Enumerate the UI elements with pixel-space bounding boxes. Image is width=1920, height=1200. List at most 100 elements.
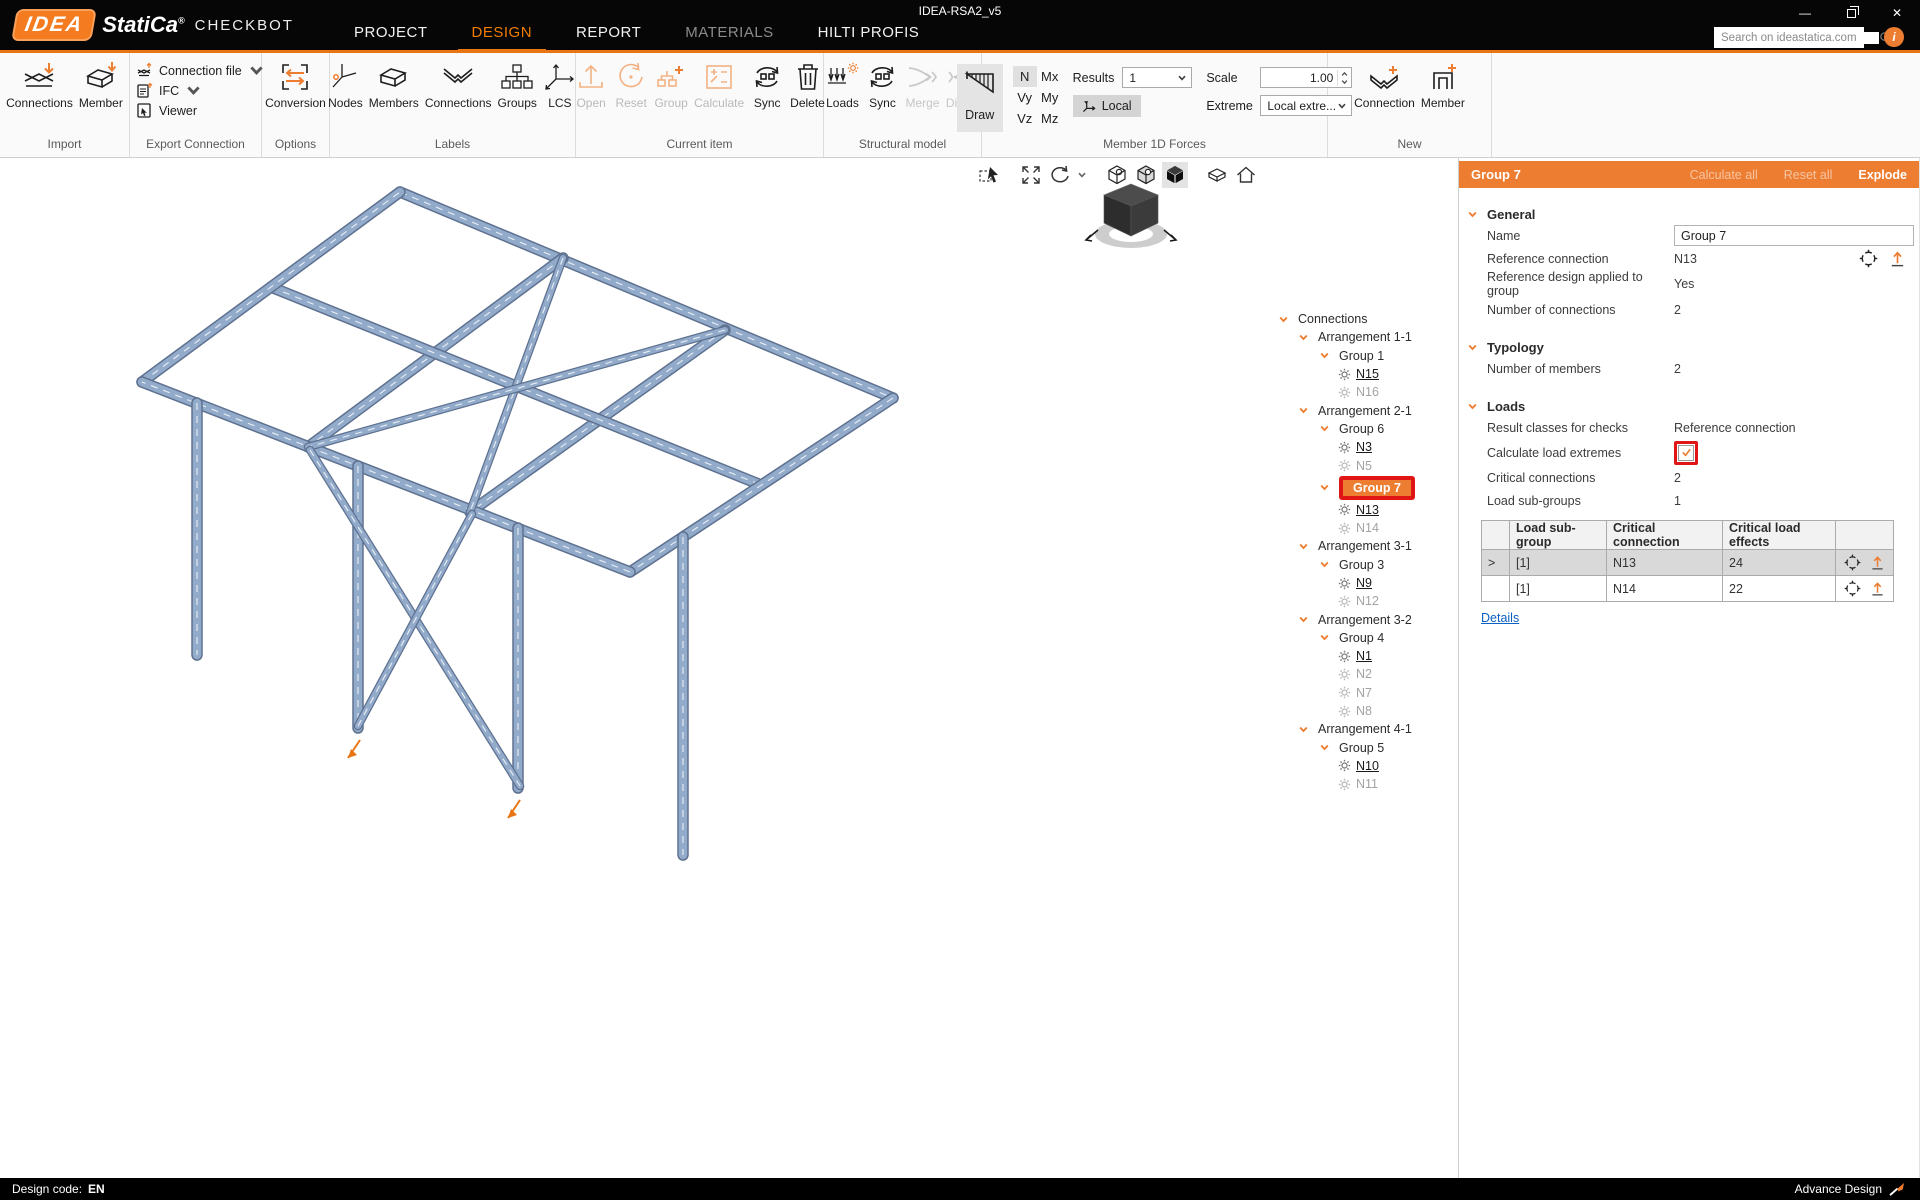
force-n-toggle[interactable]: N <box>1013 66 1037 87</box>
rotate-options-chevron[interactable] <box>1076 162 1088 188</box>
tree-item-connection[interactable]: N2 <box>1276 665 1454 683</box>
tree-item-connection[interactable]: N12 <box>1276 592 1454 610</box>
tree-item-connection[interactable]: N13 <box>1276 501 1454 519</box>
tree-item-connection[interactable]: N9 <box>1276 574 1454 592</box>
tree-item-group-7-selected[interactable]: Group 7 <box>1276 475 1454 501</box>
details-link[interactable]: Details <box>1481 611 1519 625</box>
structural-loads-button[interactable]: Loads <box>824 58 860 112</box>
current-sync-button[interactable]: Sync <box>749 58 785 112</box>
navigation-cube[interactable] <box>1086 184 1176 248</box>
tree-item-connection[interactable]: N10 <box>1276 757 1454 775</box>
structural-merge-button[interactable]: Merge <box>904 58 940 112</box>
section-general[interactable]: General <box>1459 204 1919 224</box>
locate-connection-icon[interactable] <box>1859 249 1878 268</box>
import-member-button[interactable]: Member <box>78 58 124 112</box>
tab-design[interactable]: DESIGN <box>458 24 547 50</box>
calculate-all-button[interactable]: Calculate all <box>1690 168 1758 182</box>
labels-connections-button[interactable]: Connections <box>424 58 493 112</box>
current-group-button[interactable]: Group <box>653 58 689 112</box>
current-calculate-button[interactable]: Calculate <box>693 58 745 112</box>
open-connection-icon[interactable] <box>1888 249 1907 268</box>
reset-all-button[interactable]: Reset all <box>1784 168 1833 182</box>
section-typology[interactable]: Typology <box>1459 337 1919 357</box>
local-toggle[interactable]: Local <box>1073 95 1141 117</box>
row-expander[interactable]: > <box>1482 550 1510 576</box>
calculate-load-extremes-checkbox[interactable] <box>1678 445 1694 461</box>
results-dropdown[interactable]: 1 <box>1122 67 1192 88</box>
tree-item-group[interactable]: Group 3 <box>1276 556 1454 574</box>
locate-connection-icon[interactable] <box>1844 554 1861 571</box>
home-view-button[interactable] <box>1233 162 1259 188</box>
tree-item-arrangement[interactable]: Arrangement 3-1 <box>1276 537 1454 555</box>
minimize-button[interactable]: — <box>1782 0 1828 26</box>
info-icon[interactable]: i <box>1884 27 1904 47</box>
property-row-name: Name <box>1459 224 1919 247</box>
tree-item-connections[interactable]: Connections <box>1276 310 1454 328</box>
conversion-button[interactable]: Conversion <box>264 58 327 112</box>
3d-viewport[interactable]: Connections Arrangement 1-1 Group 1 N15 … <box>0 158 1457 1178</box>
tree-item-connection[interactable]: N1 <box>1276 647 1454 665</box>
current-open-button[interactable]: Open <box>573 58 609 112</box>
labels-nodes-button[interactable]: Nodes <box>327 58 364 112</box>
close-button[interactable]: ✕ <box>1874 0 1920 26</box>
force-mz-toggle[interactable]: Mz <box>1037 108 1063 129</box>
group-name-input[interactable] <box>1674 225 1914 246</box>
3d-scene[interactable] <box>0 158 1457 1178</box>
explode-button[interactable]: Explode <box>1858 168 1907 182</box>
locate-connection-icon[interactable] <box>1844 580 1861 597</box>
table-row[interactable]: [1] N14 22 <box>1482 576 1894 602</box>
force-vy-toggle[interactable]: Vy <box>1013 87 1037 108</box>
tree-item-connection[interactable]: N16 <box>1276 383 1454 401</box>
import-connections-button[interactable]: Connections <box>5 58 74 112</box>
restore-button[interactable] <box>1828 0 1874 26</box>
rotate-view-button[interactable] <box>1047 162 1073 188</box>
export-viewer-button[interactable]: Viewer <box>136 102 261 119</box>
wireframe-view-button[interactable] <box>1104 162 1130 188</box>
new-member-button[interactable]: Member <box>1420 58 1466 112</box>
tree-item-connection[interactable]: N3 <box>1276 438 1454 456</box>
labels-members-button[interactable]: Members <box>368 58 420 112</box>
tree-item-arrangement[interactable]: Arrangement 2-1 <box>1276 401 1454 419</box>
tab-materials[interactable]: MATERIALS <box>671 24 787 50</box>
tree-item-group[interactable]: Group 4 <box>1276 629 1454 647</box>
current-delete-button[interactable]: Delete <box>789 58 826 112</box>
section-loads[interactable]: Loads <box>1459 396 1919 416</box>
tab-report[interactable]: REPORT <box>562 24 655 50</box>
tree-item-arrangement[interactable]: Arrangement 4-1 <box>1276 720 1454 738</box>
current-reset-button[interactable]: Reset <box>613 58 649 112</box>
tree-item-arrangement[interactable]: Arrangement 3-2 <box>1276 610 1454 628</box>
force-mx-toggle[interactable]: Mx <box>1037 66 1063 87</box>
open-connection-icon[interactable] <box>1869 554 1886 571</box>
zoom-extents-button[interactable] <box>1018 162 1044 188</box>
tree-item-connection[interactable]: N5 <box>1276 456 1454 474</box>
tree-item-arrangement[interactable]: Arrangement 1-1 <box>1276 328 1454 346</box>
tab-hilti-profis[interactable]: HILTI PROFIS <box>804 24 934 50</box>
draw-button[interactable]: Draw <box>957 64 1003 132</box>
tree-item-connection[interactable]: N8 <box>1276 702 1454 720</box>
chevron-up-icon[interactable] <box>1340 70 1349 78</box>
labels-groups-button[interactable]: Groups <box>497 58 538 112</box>
search-box[interactable] <box>1714 27 1864 48</box>
shaded-edges-view-button[interactable] <box>1133 162 1159 188</box>
tree-item-connection[interactable]: N7 <box>1276 684 1454 702</box>
force-vz-toggle[interactable]: Vz <box>1013 108 1037 129</box>
tree-item-group[interactable]: Group 6 <box>1276 420 1454 438</box>
tree-item-connection[interactable]: N11 <box>1276 775 1454 793</box>
export-ifc-button[interactable]: IFC <box>136 82 261 99</box>
force-my-toggle[interactable]: My <box>1037 87 1063 108</box>
modify-selection-button[interactable] <box>976 162 1002 188</box>
tab-project[interactable]: PROJECT <box>340 24 442 50</box>
new-connection-button[interactable]: Connection <box>1353 58 1416 112</box>
table-row[interactable]: > [1] N13 24 <box>1482 550 1894 576</box>
clip-view-button[interactable] <box>1204 162 1230 188</box>
tree-item-group[interactable]: Group 5 <box>1276 739 1454 757</box>
export-connection-file-button[interactable]: Connection file <box>136 62 261 79</box>
tree-item-group[interactable]: Group 1 <box>1276 347 1454 365</box>
search-input[interactable] <box>1714 32 1879 44</box>
solid-view-button[interactable] <box>1162 162 1188 188</box>
open-connection-icon[interactable] <box>1869 580 1886 597</box>
tree-item-connection[interactable]: N15 <box>1276 365 1454 383</box>
tree-item-connection[interactable]: N14 <box>1276 519 1454 537</box>
structural-sync-button[interactable]: Sync <box>864 58 900 112</box>
row-expander[interactable] <box>1482 576 1510 602</box>
